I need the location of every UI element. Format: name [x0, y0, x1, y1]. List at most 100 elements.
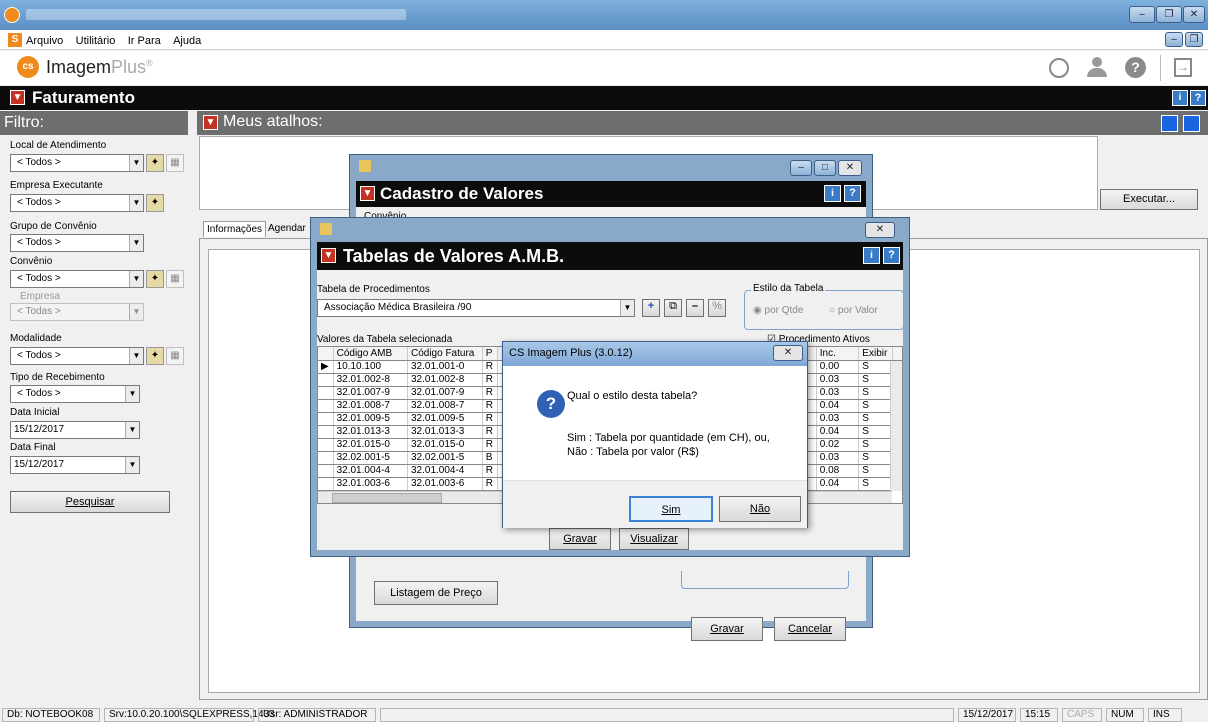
add-convenio-button[interactable]: ✦	[146, 270, 164, 288]
col-exibir[interactable]: Exibir	[858, 347, 894, 361]
yes-button[interactable]: Sim	[629, 496, 713, 522]
no-button[interactable]: Não	[719, 496, 801, 522]
tabelas-view-button[interactable]: Visualizar	[619, 528, 689, 550]
clear-local-button[interactable]: ▦	[166, 154, 184, 172]
tabelas-save-label: Gravar	[563, 533, 597, 545]
minimize-button[interactable]: –	[1129, 6, 1155, 23]
cell: 32.01.004-4	[407, 464, 483, 478]
clear-convenio-button[interactable]: ▦	[166, 270, 184, 288]
tab-informacoes[interactable]: Informações	[203, 221, 267, 237]
col-codigo-fatura[interactable]: Código Fatura	[407, 347, 483, 361]
data-ini-input[interactable]: 15/12/2017 ▼	[10, 421, 140, 439]
logout-icon[interactable]: →	[1174, 58, 1192, 77]
close-button[interactable]: ✕	[1183, 6, 1205, 23]
add-proc-button[interactable]: +	[642, 299, 660, 317]
search-button[interactable]: Pesquisar	[10, 491, 170, 513]
scroll-thumb[interactable]	[332, 493, 442, 503]
cadastro-cancel-button[interactable]: Cancelar	[774, 617, 846, 641]
style-group: Estilo da Tabela ◉ por Qtde ○ por Valor	[744, 283, 904, 330]
tabelas-view-label: Visualizar	[630, 533, 678, 545]
cell: S	[858, 360, 894, 374]
modalidade-select[interactable]: < Todos > ▼	[10, 347, 144, 365]
empresa-select[interactable]: < Todas > ▼	[10, 303, 144, 321]
mdi-restore-button[interactable]: ❐	[1185, 32, 1203, 47]
filter-title: Filtro:	[0, 111, 188, 135]
panel-minimize-icon[interactable]	[1183, 115, 1200, 132]
convenio-select[interactable]: < Todos > ▼	[10, 270, 144, 288]
proc-select[interactable]: Associação Médica Brasileira /90 ▼	[317, 299, 635, 317]
run-button[interactable]: Executar...	[1100, 189, 1198, 210]
brand-name-a: Imagem	[46, 57, 112, 77]
shortcuts-title: Meus atalhos:	[223, 113, 323, 130]
tabelas-close-button[interactable]: ✕	[865, 222, 895, 238]
calendar-dropdown-icon: ▼	[125, 457, 139, 473]
clear-modalidade-button[interactable]: ▦	[166, 347, 184, 365]
app-icon	[4, 7, 20, 23]
status-date: 15/12/2017	[958, 708, 1016, 722]
add-local-button[interactable]: ✦	[146, 154, 164, 172]
cadastro-cancel-label: Cancelar	[787, 623, 833, 635]
radio-qtde[interactable]: ◉ por Qtde	[753, 305, 803, 316]
copy-proc-button[interactable]: ⧉	[664, 299, 682, 317]
menu-bar: S Arquivo Utilitário Ir Para Ajuda – ❐	[0, 30, 1208, 50]
cadastro-help-icon[interactable]: ?	[844, 185, 861, 202]
status-db: Db: NOTEBOOK08	[2, 708, 100, 722]
user-icon[interactable]	[1087, 57, 1107, 78]
cadastro-info-icon[interactable]: i	[824, 185, 841, 202]
col-inc[interactable]: Inc.	[816, 347, 860, 361]
tabelas-save-button[interactable]: Gravar	[549, 528, 611, 550]
col-codigo-amb[interactable]: Código AMB	[333, 347, 408, 361]
col-p[interactable]: P	[482, 347, 498, 361]
add-modalidade-button[interactable]: ✦	[146, 347, 164, 365]
tipo-select[interactable]: < Todos > ▼	[10, 385, 140, 403]
grupo-select[interactable]: < Todos > ▼	[10, 234, 144, 252]
cell: 32.01.009-5	[333, 412, 408, 426]
menu-item-arquivo[interactable]: Arquivo	[26, 35, 63, 47]
message-dialog: CS Imagem Plus (3.0.12) ✕ ? Qual o estil…	[502, 341, 808, 528]
tipo-value: < Todos >	[17, 388, 61, 399]
cell: 32.01.015-0	[333, 438, 408, 452]
cell: 32.01.002-8	[333, 373, 408, 387]
tabelas-info-icon[interactable]: i	[863, 247, 880, 264]
row-pointer-icon: ▶	[318, 360, 334, 374]
cadastro-minimize-button[interactable]: –	[790, 160, 812, 176]
values-label: Valores da Tabela selecionada	[317, 334, 453, 345]
globe-icon[interactable]	[1049, 58, 1069, 78]
info-icon[interactable]: i	[1172, 90, 1188, 106]
dialog-close-button[interactable]: ✕	[773, 345, 803, 361]
percent-button[interactable]: %	[708, 299, 726, 317]
tabelas-help-icon[interactable]: ?	[883, 247, 900, 264]
status-ins: INS	[1148, 708, 1182, 722]
cadastro-maximize-button[interactable]: □	[814, 160, 836, 176]
tab-agendar[interactable]: Agendar	[268, 223, 306, 234]
cell: R	[482, 425, 498, 439]
menu-item-ajuda[interactable]: Ajuda	[173, 35, 201, 47]
status-empty	[380, 708, 954, 722]
help-icon[interactable]: ?	[1125, 57, 1146, 78]
cell: S	[858, 412, 894, 426]
status-time: 15:15	[1020, 708, 1058, 722]
dialog-question: Qual o estilo desta tabela?	[567, 390, 698, 402]
cell: 32.01.013-3	[333, 425, 408, 439]
vertical-scrollbar[interactable]	[890, 361, 902, 491]
mdi-minimize-button[interactable]: –	[1165, 32, 1183, 47]
menu-item-ir-para[interactable]: Ir Para	[128, 35, 161, 47]
help-question-icon[interactable]: ?	[1190, 90, 1206, 106]
remove-proc-button[interactable]: –	[686, 299, 704, 317]
local-select[interactable]: < Todos > ▼	[10, 154, 144, 172]
menu-item-utilitario[interactable]: Utilitário	[76, 35, 116, 47]
data-fim-input[interactable]: 15/12/2017 ▼	[10, 456, 140, 474]
price-list-button[interactable]: Listagem de Preço	[374, 581, 498, 605]
cadastro-save-button[interactable]: Gravar	[691, 617, 763, 641]
add-empresa-exec-button[interactable]: ✦	[146, 194, 164, 212]
panel-restore-icon[interactable]	[1161, 115, 1178, 132]
cadastro-close-button[interactable]: ✕	[838, 160, 862, 176]
cell: R	[482, 373, 498, 387]
cell: 32.01.001-0	[407, 360, 483, 374]
maximize-button[interactable]: ❐	[1156, 6, 1182, 23]
radio-valor[interactable]: ○ por Valor	[829, 305, 878, 316]
convenio-value: < Todos >	[17, 273, 61, 284]
empresa-exec-select[interactable]: < Todos > ▼	[10, 194, 144, 212]
cadastro-save-label: Gravar	[710, 623, 744, 635]
separator	[1160, 55, 1161, 81]
